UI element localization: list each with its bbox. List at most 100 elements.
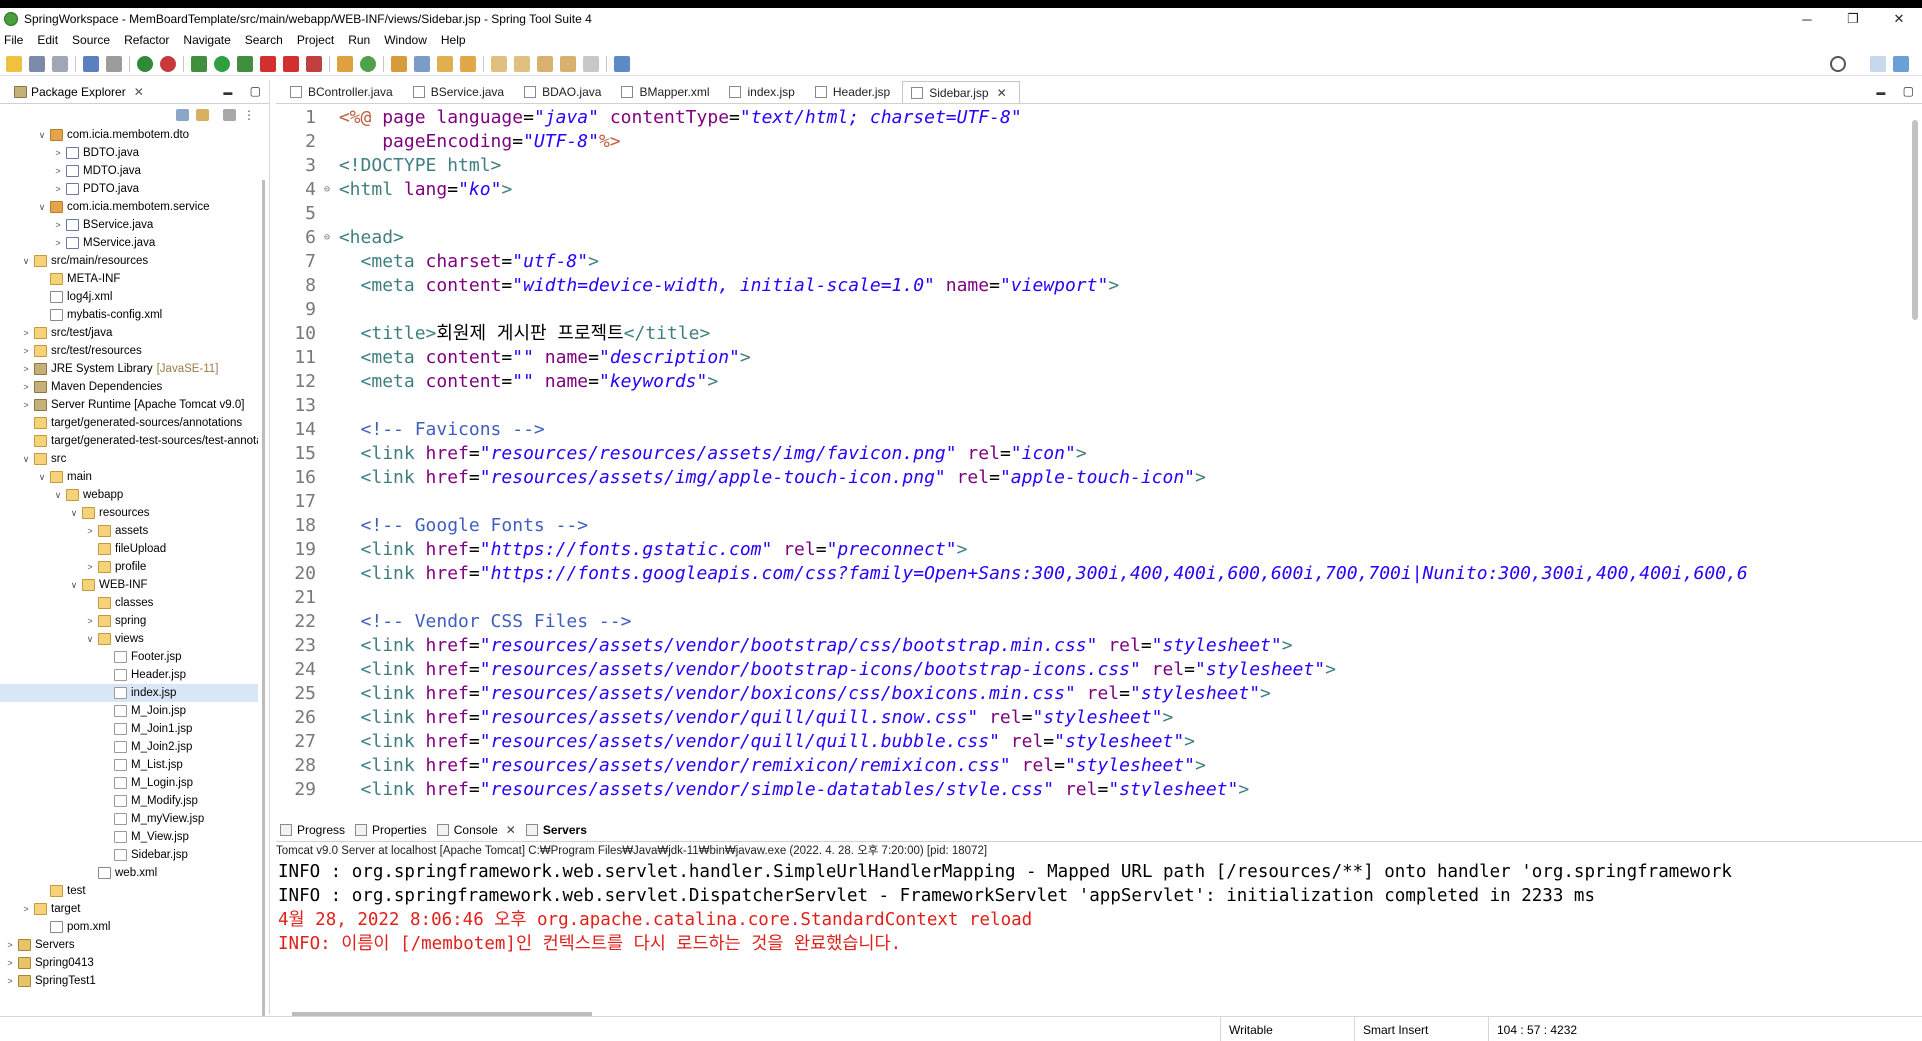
editor-tab[interactable]: BController.java bbox=[282, 81, 405, 103]
previous-annotation-icon[interactable] bbox=[514, 55, 530, 72]
save-icon[interactable] bbox=[29, 55, 45, 72]
last-edit-icon[interactable] bbox=[537, 55, 553, 72]
chevron-right-icon[interactable]: > bbox=[20, 364, 32, 374]
java-ee-perspective-icon[interactable] bbox=[1893, 56, 1909, 72]
minimize-view-icon[interactable]: ▬ bbox=[223, 87, 232, 97]
tree-item[interactable]: mybatis-config.xml bbox=[0, 306, 258, 324]
tree-item[interactable]: > Server Runtime [Apache Tomcat v9.0] bbox=[0, 396, 258, 414]
annotation-icon[interactable] bbox=[460, 55, 476, 72]
restore-button[interactable]: ❐ bbox=[1830, 8, 1876, 30]
tree-item[interactable]: test bbox=[0, 882, 258, 900]
tree-item[interactable]: META-INF bbox=[0, 270, 258, 288]
tree-item[interactable]: > profile bbox=[0, 558, 258, 576]
tree-item[interactable]: > src/test/java bbox=[0, 324, 258, 342]
minimize-button[interactable]: ─ bbox=[1784, 8, 1830, 30]
tree-item[interactable]: > src/test/resources bbox=[0, 342, 258, 360]
tree-item[interactable]: M_Join1.jsp bbox=[0, 720, 258, 738]
collapse-all-icon[interactable] bbox=[176, 109, 189, 121]
chevron-right-icon[interactable]: > bbox=[20, 328, 32, 338]
close-icon[interactable]: ✕ bbox=[134, 85, 144, 99]
tree-item[interactable]: ∨ src bbox=[0, 450, 258, 468]
chevron-down-icon[interactable]: ∨ bbox=[20, 454, 32, 465]
tree-item[interactable]: ∨ com.icia.membotem.service bbox=[0, 198, 258, 216]
menu-source[interactable]: Source bbox=[72, 33, 110, 47]
external-tools-icon[interactable] bbox=[260, 55, 276, 72]
chevron-right-icon[interactable]: > bbox=[52, 148, 64, 158]
chevron-right-icon[interactable]: > bbox=[20, 382, 32, 392]
coverage-icon[interactable] bbox=[237, 55, 253, 72]
chevron-right-icon[interactable]: > bbox=[4, 940, 16, 950]
pin-editor-icon[interactable] bbox=[614, 55, 630, 72]
server-icon[interactable] bbox=[306, 55, 322, 72]
chevron-down-icon[interactable]: ∨ bbox=[68, 508, 80, 519]
deploy-icon[interactable] bbox=[283, 55, 299, 72]
forward-icon[interactable] bbox=[583, 55, 599, 72]
tree-item[interactable]: fileUpload bbox=[0, 540, 258, 558]
debug-icon[interactable] bbox=[191, 55, 207, 72]
chevron-right-icon[interactable]: > bbox=[52, 220, 64, 230]
chevron-right-icon[interactable]: > bbox=[4, 958, 16, 968]
console-area-tab[interactable]: Servers bbox=[525, 823, 587, 837]
tree-item[interactable]: > BService.java bbox=[0, 216, 258, 234]
terminal-icon[interactable] bbox=[83, 55, 99, 72]
tree-item[interactable]: ∨ src/main/resources bbox=[0, 252, 258, 270]
tab-package-explorer[interactable]: Package Explorer ✕ bbox=[6, 85, 150, 99]
tree-item[interactable]: classes bbox=[0, 594, 258, 612]
editor-tab[interactable]: index.jsp bbox=[721, 81, 806, 103]
tree-item[interactable]: Sidebar.jsp bbox=[0, 846, 258, 864]
chevron-right-icon[interactable]: > bbox=[52, 184, 64, 194]
tree-item[interactable]: ∨ com.icia.membotem.dto bbox=[0, 126, 258, 144]
next-annotation-icon[interactable] bbox=[491, 55, 507, 72]
menu-help[interactable]: Help bbox=[441, 33, 466, 47]
tree-item[interactable]: M_Join2.jsp bbox=[0, 738, 258, 756]
chevron-right-icon[interactable]: > bbox=[20, 904, 32, 914]
editor-tab[interactable]: BMapper.xml bbox=[613, 81, 721, 103]
editor-tab[interactable]: Header.jsp bbox=[807, 81, 902, 103]
new-package-icon[interactable] bbox=[337, 55, 353, 72]
tree-item[interactable]: > Servers bbox=[0, 936, 258, 954]
spring-boot-icon[interactable] bbox=[137, 55, 153, 72]
editor-tab[interactable]: BDAO.java bbox=[516, 81, 613, 103]
save-all-icon[interactable] bbox=[52, 55, 68, 72]
open-type-icon[interactable] bbox=[391, 55, 407, 72]
console-area-tab[interactable]: Properties bbox=[355, 823, 427, 837]
maximize-editor-icon[interactable]: ▢ bbox=[1903, 84, 1914, 98]
back-icon[interactable] bbox=[560, 55, 576, 72]
tree-item[interactable]: > MService.java bbox=[0, 234, 258, 252]
search-icon[interactable] bbox=[1830, 56, 1846, 72]
link-with-editor-icon[interactable] bbox=[196, 109, 209, 121]
minimize-editor-icon[interactable]: ▬ bbox=[1876, 87, 1885, 97]
tree-item[interactable]: > JRE System Library [JavaSE-11] bbox=[0, 360, 258, 378]
menu-search[interactable]: Search bbox=[245, 33, 283, 47]
maximize-view-icon[interactable]: ▢ bbox=[250, 84, 261, 98]
tree-item[interactable]: > Spring0413 bbox=[0, 954, 258, 972]
new-class-icon[interactable] bbox=[360, 55, 376, 72]
menu-refactor[interactable]: Refactor bbox=[124, 33, 169, 47]
close-icon[interactable]: ✕ bbox=[506, 823, 516, 837]
chevron-down-icon[interactable]: ∨ bbox=[52, 490, 64, 501]
stop-icon[interactable] bbox=[160, 55, 176, 72]
menu-edit[interactable]: Edit bbox=[37, 33, 58, 47]
chevron-down-icon[interactable]: ∨ bbox=[36, 130, 48, 141]
tree-item[interactable]: Header.jsp bbox=[0, 666, 258, 684]
chevron-down-icon[interactable]: ∨ bbox=[20, 256, 32, 267]
tree-item[interactable]: ∨ main bbox=[0, 468, 258, 486]
chevron-right-icon[interactable]: > bbox=[84, 562, 96, 572]
tree-item[interactable]: M_Login.jsp bbox=[0, 774, 258, 792]
package-explorer-scrollbar[interactable] bbox=[262, 180, 265, 1041]
tree-item[interactable]: ∨ webapp bbox=[0, 486, 258, 504]
chevron-right-icon[interactable]: > bbox=[20, 346, 32, 356]
chevron-right-icon[interactable]: > bbox=[20, 400, 32, 410]
tree-item[interactable]: > target bbox=[0, 900, 258, 918]
open-task-icon[interactable] bbox=[414, 55, 430, 72]
tree-item[interactable]: > spring bbox=[0, 612, 258, 630]
chevron-right-icon[interactable]: > bbox=[52, 166, 64, 176]
menu-run[interactable]: Run bbox=[348, 33, 370, 47]
new-icon[interactable] bbox=[6, 55, 22, 72]
tree-item[interactable]: target/generated-test-sources/test-annot… bbox=[0, 432, 258, 450]
open-perspective-icon[interactable] bbox=[1870, 56, 1886, 72]
tree-item[interactable]: M_List.jsp bbox=[0, 756, 258, 774]
menu-navigate[interactable]: Navigate bbox=[183, 33, 230, 47]
console-area-tab[interactable]: Console ✕ bbox=[436, 823, 516, 837]
editor-vertical-scrollbar[interactable] bbox=[1912, 120, 1918, 320]
